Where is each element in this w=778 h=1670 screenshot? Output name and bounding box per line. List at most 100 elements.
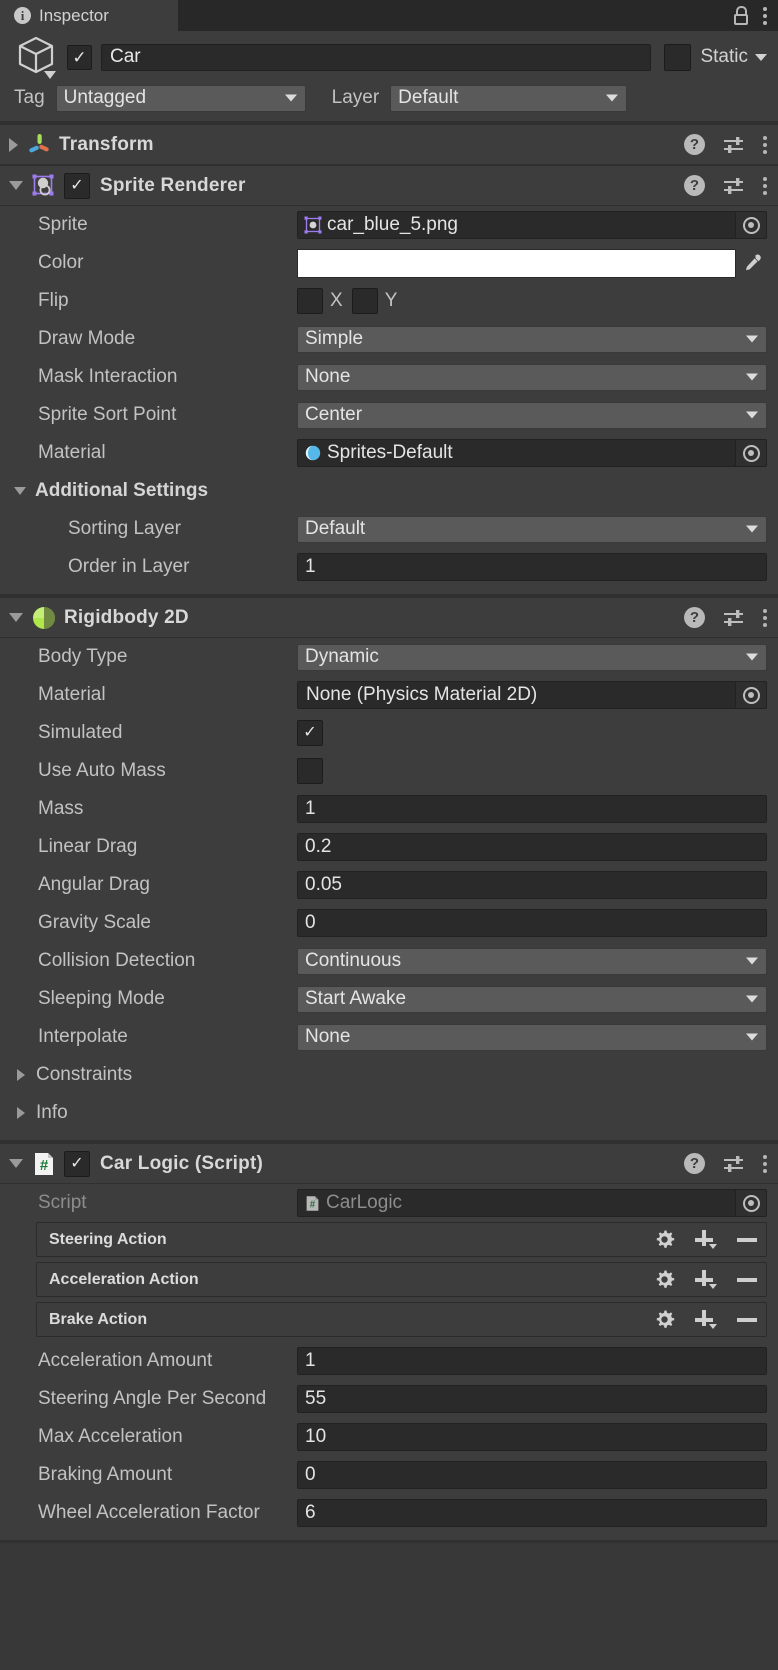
- order-in-layer-input[interactable]: 1: [297, 553, 767, 581]
- object-enabled-checkbox[interactable]: ✓: [67, 44, 92, 70]
- subheader-additional-settings[interactable]: Additional Settings: [0, 472, 778, 510]
- plus-dropdown-icon[interactable]: [695, 1309, 717, 1330]
- component-enabled-checkbox[interactable]: ✓: [64, 1150, 90, 1177]
- minus-icon[interactable]: [737, 1317, 757, 1322]
- field-row-collision-detection: Collision Detection Continuous: [0, 942, 778, 980]
- max-acceleration-value: 10: [305, 1426, 327, 1447]
- gear-icon[interactable]: [654, 1229, 675, 1250]
- sleeping-mode-dropdown[interactable]: Start Awake: [297, 985, 767, 1013]
- tab-inspector[interactable]: i Inspector: [0, 0, 178, 31]
- minus-icon[interactable]: [737, 1277, 757, 1282]
- static-checkbox[interactable]: [664, 43, 692, 71]
- steering-angle-per-second-input[interactable]: 55: [297, 1385, 767, 1413]
- foldout-arrow-icon[interactable]: [17, 1069, 25, 1081]
- component-header-rigidbody-2d[interactable]: Rigidbody 2D ?: [0, 597, 778, 638]
- flip-x-checkbox[interactable]: [297, 288, 323, 314]
- flip-y-checkbox[interactable]: [351, 288, 378, 314]
- braking-amount-input[interactable]: 0: [297, 1461, 767, 1489]
- component-enabled-checkbox[interactable]: ✓: [64, 172, 90, 199]
- field-row-braking-amount: Braking Amount 0: [0, 1456, 778, 1494]
- plus-dropdown-icon[interactable]: [695, 1269, 717, 1290]
- field-row-sorting-layer: Sorting Layer Default: [0, 510, 778, 548]
- lock-open-icon[interactable]: [733, 6, 749, 25]
- object-picker-button[interactable]: [735, 440, 766, 466]
- object-name-input[interactable]: Car: [101, 43, 652, 71]
- object-picker-button[interactable]: [735, 1190, 766, 1216]
- gear-icon[interactable]: [654, 1309, 675, 1330]
- action-row-steering[interactable]: Steering Action: [36, 1222, 767, 1257]
- linear-drag-input[interactable]: 0.2: [297, 833, 767, 861]
- kebab-menu-icon[interactable]: [763, 1154, 767, 1173]
- preset-sliders-icon[interactable]: [723, 1155, 745, 1173]
- field-label: Sprite: [38, 214, 88, 235]
- preset-sliders-icon[interactable]: [723, 177, 745, 195]
- foldout-arrow-icon[interactable]: [9, 1159, 23, 1168]
- object-picker-button[interactable]: [735, 212, 766, 238]
- action-row-brake[interactable]: Brake Action: [36, 1302, 767, 1337]
- field-label: Mask Interaction: [38, 366, 178, 387]
- mass-input[interactable]: 1: [297, 795, 767, 823]
- kebab-menu-icon[interactable]: [763, 176, 767, 195]
- help-icon[interactable]: ?: [684, 175, 705, 196]
- field-label: Sprite Sort Point: [38, 404, 177, 425]
- sprite-sort-point-dropdown[interactable]: Center: [297, 401, 767, 429]
- angular-drag-input[interactable]: 0.05: [297, 871, 767, 899]
- foldout-arrow-icon[interactable]: [14, 487, 26, 495]
- eyedropper-icon[interactable]: [739, 252, 767, 274]
- interpolate-dropdown[interactable]: None: [297, 1023, 767, 1051]
- layer-label: Layer: [331, 87, 380, 108]
- kebab-menu-icon[interactable]: [763, 135, 767, 154]
- foldout-constraints[interactable]: Constraints: [0, 1056, 778, 1094]
- mask-interaction-dropdown[interactable]: None: [297, 363, 767, 391]
- plus-dropdown-icon[interactable]: [695, 1229, 717, 1250]
- object-picker-button[interactable]: [735, 682, 766, 708]
- chevron-down-icon[interactable]: [755, 53, 767, 61]
- physics-material-value: None (Physics Material 2D): [306, 684, 538, 705]
- help-icon[interactable]: ?: [684, 134, 705, 155]
- sorting-layer-dropdown[interactable]: Default: [297, 515, 767, 543]
- draw-mode-dropdown[interactable]: Simple: [297, 325, 767, 353]
- object-name-row: ✓ Car Static: [11, 36, 767, 79]
- action-row-icons: [654, 1269, 757, 1290]
- acceleration-amount-input[interactable]: 1: [297, 1347, 767, 1375]
- kebab-menu-icon[interactable]: [763, 608, 767, 627]
- tag-dropdown[interactable]: Untagged: [55, 84, 306, 112]
- gravity-scale-input[interactable]: 0: [297, 909, 767, 937]
- max-acceleration-input[interactable]: 10: [297, 1423, 767, 1451]
- simulated-checkbox[interactable]: ✓: [297, 720, 323, 746]
- field-row-wheel-acceleration-factor: Wheel Acceleration Factor 6: [0, 1494, 778, 1532]
- mask-interaction-value: None: [305, 366, 351, 387]
- steering-angle-per-second-value: 55: [305, 1388, 327, 1409]
- action-row-icons: [654, 1229, 757, 1250]
- minus-icon[interactable]: [737, 1237, 757, 1242]
- action-row-acceleration[interactable]: Acceleration Action: [36, 1262, 767, 1297]
- foldout-arrow-icon[interactable]: [17, 1107, 25, 1119]
- component-header-car-logic[interactable]: # ✓ Car Logic (Script) ?: [0, 1143, 778, 1184]
- foldout-arrow-icon[interactable]: [9, 181, 23, 190]
- material-object-field[interactable]: Sprites-Default: [297, 439, 767, 467]
- component-header-transform[interactable]: Transform ?: [0, 124, 778, 165]
- help-icon[interactable]: ?: [684, 607, 705, 628]
- collision-detection-dropdown[interactable]: Continuous: [297, 947, 767, 975]
- foldout-info[interactable]: Info: [0, 1094, 778, 1132]
- preset-sliders-icon[interactable]: [723, 609, 745, 627]
- kebab-menu-icon[interactable]: [763, 6, 767, 25]
- component-body-rigidbody-2d: Body Type Dynamic Material None (Physics…: [0, 638, 778, 1140]
- body-type-dropdown[interactable]: Dynamic: [297, 643, 767, 671]
- gear-icon[interactable]: [654, 1269, 675, 1290]
- layer-dropdown[interactable]: Default: [390, 84, 628, 112]
- csharp-script-icon: #: [31, 1151, 57, 1177]
- help-icon[interactable]: ?: [684, 1153, 705, 1174]
- physics-material-object-field[interactable]: None (Physics Material 2D): [297, 681, 767, 709]
- field-label: Simulated: [38, 722, 123, 743]
- sprite-object-field[interactable]: car_blue_5.png: [297, 211, 767, 239]
- foldout-label: Info: [36, 1102, 68, 1123]
- component-header-sprite-renderer[interactable]: ✓ Sprite Renderer ?: [0, 165, 778, 206]
- tab-inspector-label: Inspector: [39, 5, 109, 25]
- foldout-arrow-icon[interactable]: [9, 137, 18, 152]
- wheel-acceleration-factor-input[interactable]: 6: [297, 1499, 767, 1527]
- preset-sliders-icon[interactable]: [723, 136, 745, 154]
- color-swatch-field[interactable]: [297, 248, 736, 278]
- foldout-arrow-icon[interactable]: [9, 613, 23, 622]
- use-auto-mass-checkbox[interactable]: [297, 758, 323, 784]
